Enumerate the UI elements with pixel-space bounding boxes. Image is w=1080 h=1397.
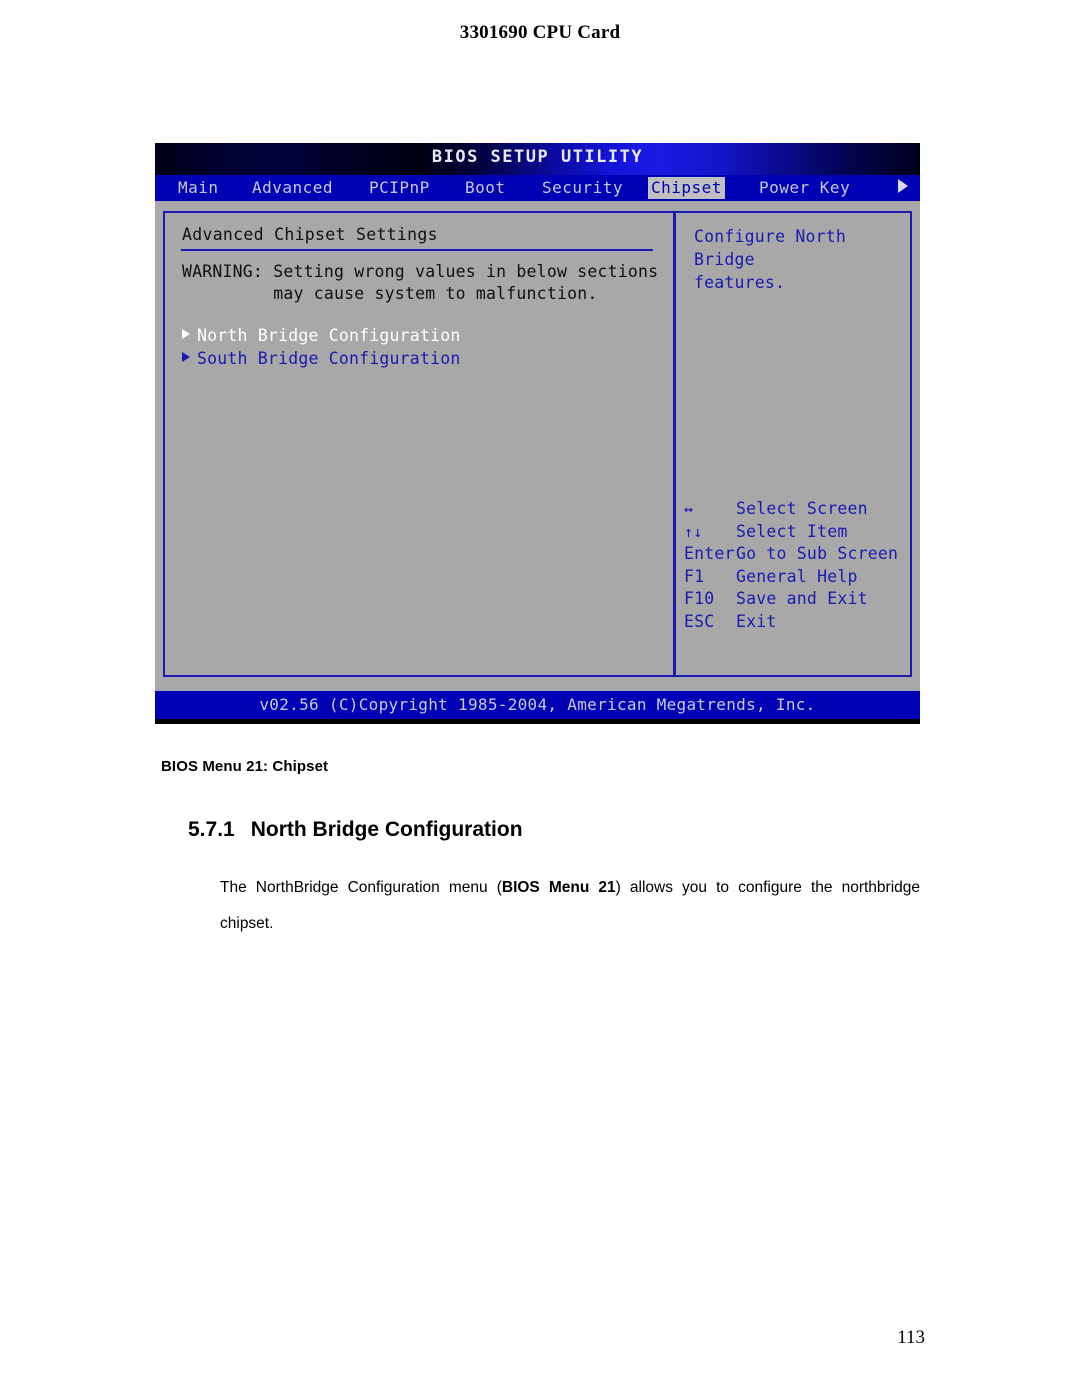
menu-item-north-bridge-configuration[interactable]: North Bridge Configuration	[182, 324, 659, 347]
triangle-right-icon	[182, 329, 190, 339]
key-legend-row: ESC Exit	[684, 611, 918, 634]
tab-chipset[interactable]: Chipset	[648, 177, 725, 199]
menu-overflow-right-arrow-icon[interactable]	[898, 179, 908, 193]
key-legend-exit: Exit	[736, 611, 777, 631]
menu-item-north-bridge-configuration-label: North Bridge Configuration	[197, 326, 461, 345]
bios-panel-container: Advanced Chipset Settings WARNING: Setti…	[163, 211, 912, 677]
key-enter: Enter	[684, 544, 735, 563]
bios-body: Advanced Chipset Settings WARNING: Setti…	[155, 201, 920, 683]
key-esc: ESC	[684, 611, 715, 631]
body-paragraph: The NorthBridge Configuration menu (BIOS…	[220, 870, 920, 942]
tab-security[interactable]: Security	[539, 177, 626, 199]
key-legend-select-screen: Select Screen	[736, 499, 868, 518]
key-legend-go-to-sub-screen: Go to Sub Screen	[736, 544, 899, 563]
key-f1: F1	[684, 566, 705, 586]
bios-left-panel: Advanced Chipset Settings WARNING: Setti…	[165, 213, 673, 675]
tab-advanced[interactable]: Advanced	[249, 177, 336, 199]
page-header-title: 3301690 CPU Card	[459, 22, 621, 43]
tab-pcipnp[interactable]: PCIPnP	[366, 177, 433, 199]
help-text-line-1: Configure North Bridge	[694, 227, 847, 269]
key-legend-row: F10 Save and Exit	[684, 588, 918, 611]
key-legend-row: ↑↓ Select Item	[684, 521, 918, 544]
bios-copyright-footer: v02.56 (C)Copyright 1985-2004, American …	[155, 691, 920, 719]
figure-caption: BIOS Menu 21: Chipset	[161, 758, 329, 775]
tab-boot[interactable]: Boot	[462, 177, 509, 199]
menu-item-south-bridge-configuration[interactable]: South Bridge Configuration	[182, 347, 659, 370]
bios-title: BIOS SETUP UTILITY	[431, 147, 644, 167]
bios-submenu-list: North Bridge Configuration South Bridge …	[179, 324, 659, 370]
key-legend-row: F1 General Help	[684, 566, 918, 589]
paragraph-bold-reference: BIOS Menu 21	[501, 879, 616, 896]
bios-screenshot: BIOS SETUP UTILITY Main Advanced PCIPnP …	[155, 143, 920, 724]
tab-power-key[interactable]: Power Key	[756, 177, 853, 199]
tab-main[interactable]: Main	[175, 177, 222, 199]
paragraph-text-before: The NorthBridge Configuration menu (	[220, 879, 502, 896]
key-legend: ↔ Select Screen ↑↓ Select Item Enter Go …	[684, 498, 918, 633]
settings-section-title: Advanced Chipset Settings	[182, 225, 438, 244]
help-text-line-2: features.	[694, 273, 786, 292]
bios-footer-spacer	[155, 683, 920, 691]
key-legend-row: Enter Go to Sub Screen	[684, 543, 918, 566]
bios-help-panel: Configure North Bridge features. ↔ Selec…	[676, 213, 910, 675]
bios-menubar: Main Advanced PCIPnP Boot Security Chips…	[155, 175, 920, 201]
key-legend-general-help: General Help	[736, 566, 858, 586]
warning-line-1: WARNING: Setting wrong values in below s…	[182, 262, 659, 281]
page-number: 113	[897, 1327, 925, 1348]
menu-item-south-bridge-configuration-label: South Bridge Configuration	[197, 349, 461, 368]
key-legend-select-item: Select Item	[736, 521, 848, 541]
section-number: 5.7.1	[188, 818, 235, 841]
key-legend-row: ↔ Select Screen	[684, 498, 918, 521]
triangle-right-icon	[182, 352, 190, 362]
section-title: North Bridge Configuration	[250, 818, 523, 841]
section-heading: 5.7.1 North Bridge Configuration	[188, 818, 523, 842]
key-f10: F10	[684, 589, 715, 608]
section-divider	[181, 249, 653, 251]
up-down-arrow-icon: ↑↓	[684, 522, 703, 541]
warning-line-2: may cause system to malfunction.	[182, 284, 598, 303]
key-legend-save-and-exit: Save and Exit	[736, 589, 868, 608]
bios-titlebar: BIOS SETUP UTILITY	[155, 143, 920, 175]
left-right-arrow-icon: ↔	[684, 500, 694, 518]
